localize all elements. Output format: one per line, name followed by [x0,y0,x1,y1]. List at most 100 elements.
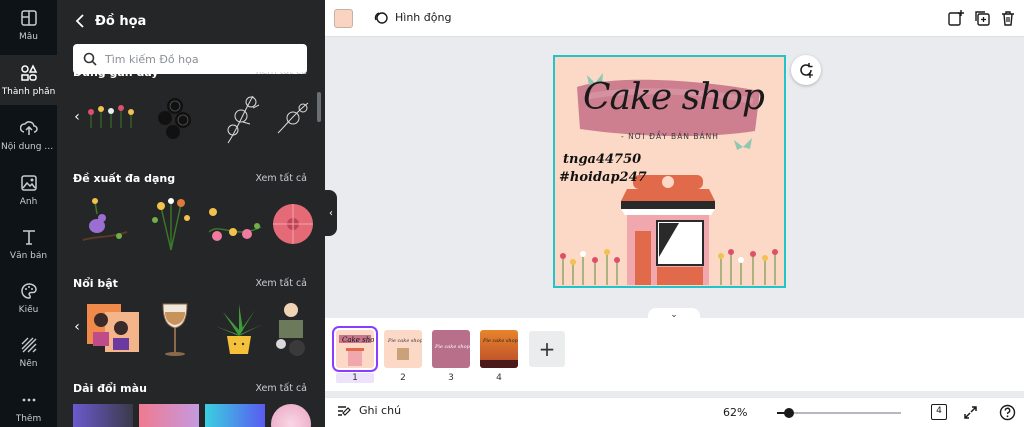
graphic-thumb[interactable] [83,298,143,358]
graphic-thumb[interactable] [145,298,205,358]
see-all-link-featured[interactable]: Xem tất cả [255,278,307,289]
zoom-slider[interactable] [777,408,901,418]
animate-icon [374,12,388,24]
butterfly-icon [734,138,752,150]
panel-title: Đồ họa [95,13,147,29]
text-icon [22,229,35,245]
gradient-swatch[interactable] [73,404,133,427]
svg-text:Pie cake shop: Pie cake shop [387,338,422,344]
notes-icon [338,405,351,416]
svg-text:Pie cake shop: Pie cake shop [434,344,470,350]
chevron-left-icon[interactable]: ‹ [71,318,83,336]
duplicate-page-icon[interactable] [973,9,991,27]
see-all-link-diverse[interactable]: Xem tất cả [255,173,307,184]
featured-graphics-row: ‹ › [73,298,313,358]
rail-label: Kiểu [18,304,39,315]
delete-page-icon[interactable] [999,9,1017,27]
back-arrow-icon[interactable] [75,12,89,30]
rail-label: Thêm [15,413,42,424]
rail-label: Thành phần [1,86,56,97]
watermark-text[interactable]: #hoidap247 [559,170,647,185]
collapse-panel-button[interactable]: ‹ [325,190,337,236]
search-box[interactable] [73,44,307,74]
animate-label: Hình động [395,11,452,24]
zoom-slider-handle[interactable] [784,408,795,418]
graphic-thumb[interactable] [271,192,313,252]
animate-button[interactable]: Hình động [373,10,451,25]
rail-item-text[interactable]: Văn bản [0,219,57,269]
shop-illustration [621,175,715,285]
background-icon [21,337,36,352]
graphic-thumb[interactable] [141,192,201,252]
search-input[interactable] [105,52,295,66]
svg-text:Cake shop: Cake shop [342,336,374,344]
rail-label: Mẫu [19,31,38,42]
rail-label: Nền [19,358,38,369]
template-icon [20,9,37,26]
gradient-swatch[interactable] [139,404,199,427]
rail-item-templates[interactable]: Mẫu [0,0,57,50]
fullscreen-icon[interactable] [963,405,978,420]
rotate-icon [800,63,813,78]
rail-item-styles[interactable]: Kiểu [0,273,57,323]
strip-toggle-button[interactable]: ⌄ [648,308,700,322]
rail-item-more[interactable]: Thêm [0,382,57,427]
graphic-thumb[interactable] [145,88,205,148]
rail-label: Nội dung t... [1,141,56,152]
page-thumbnail-3[interactable]: Pie cake shop [432,330,470,368]
bottom-bar: Ghi chú 62% 4 [325,397,1024,427]
graphic-thumb[interactable] [209,298,269,358]
svg-text:Pie cake shop: Pie cake shop [482,338,518,344]
search-icon [83,52,97,66]
page-number: 2 [400,373,406,383]
editor-toolbar: Hình động [325,0,1024,37]
watermark-text[interactable]: tnga44750 [563,152,641,167]
graphic-thumb[interactable] [205,192,265,252]
more-icon [22,398,35,401]
section-title-diverse: Đề xuất đa dạng [73,172,176,185]
rail-item-uploads[interactable]: Nội dung t... [0,110,57,160]
photo-icon [20,174,37,191]
notes-button[interactable]: Ghi chú [337,404,401,417]
refresh-design-button[interactable] [791,55,821,85]
page-thumbnail-4[interactable]: Pie cake shop [480,330,518,368]
rail-item-background[interactable]: Nền [0,327,57,377]
design-canvas[interactable]: Cake shop - NƠI ĐẦY BÁN BÁNH tnga44750 #… [553,55,786,288]
see-all-link-gradients[interactable]: Xem tất cả [255,383,307,394]
add-page-icon[interactable] [947,9,965,27]
add-page-button[interactable]: + [529,331,565,367]
graphic-thumb[interactable] [81,88,141,148]
rail-label: Ảnh [19,196,38,207]
gradient-swatch[interactable] [271,404,311,427]
gradient-swatch[interactable] [205,404,265,427]
graphic-thumb[interactable] [75,192,135,252]
page-number: 3 [448,373,454,383]
graphic-thumb[interactable] [213,88,273,148]
page-thumbnail-2[interactable]: Pie cake shop [384,330,422,368]
graphic-thumb[interactable] [271,298,313,358]
palette-icon [20,282,37,299]
page-number: 4 [496,373,502,383]
page-thumbnail-1[interactable]: Cake shop [332,326,378,372]
page-count-button[interactable]: 4 [931,404,947,420]
side-rail: Mẫu Thành phần Nội dung t... Ảnh Văn bản… [0,0,57,427]
design-subtitle[interactable]: - NƠI ĐẦY BÁN BÁNH [621,132,719,141]
diverse-graphics-row [73,192,313,252]
graphics-panel: Đồ họa Dùng gần đây Xem tất cả ‹ › Đề xu… [57,0,325,427]
help-icon[interactable] [999,404,1016,421]
notes-label: Ghi chú [359,404,402,417]
graphic-thumb[interactable] [273,88,313,148]
page-number: 1 [336,373,374,383]
zoom-level[interactable]: 62% [723,406,747,419]
panel-scrollbar[interactable] [317,92,321,122]
background-color-button[interactable] [334,9,353,28]
section-title-gradients: Dải đổi màu [73,382,147,395]
design-title[interactable]: Cake shop [583,77,765,118]
recent-graphics-row: ‹ › [73,88,313,148]
rail-item-photos[interactable]: Ảnh [0,165,57,215]
elements-icon [20,63,37,81]
section-title-featured: Nổi bật [73,277,118,290]
page-strip [325,318,1024,391]
rail-item-elements[interactable]: Thành phần [0,55,57,105]
panel-header: Đồ họa [75,12,146,30]
